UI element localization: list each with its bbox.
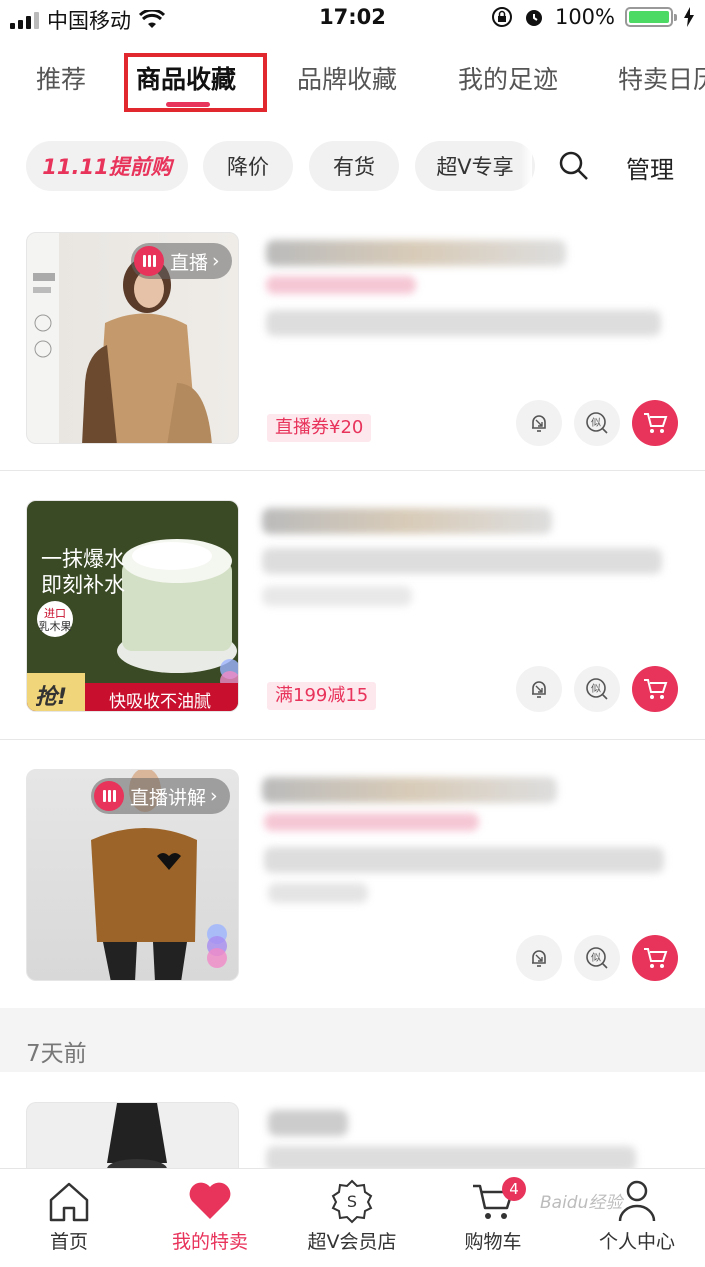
nav-profile-label: 个人中心 (598, 1231, 675, 1253)
similar-icon: 似 (586, 412, 608, 434)
add-to-cart-button[interactable] (632, 935, 678, 981)
product-image-1[interactable]: 直播 › (26, 232, 239, 444)
filter-fade (520, 138, 532, 194)
filter-chip-price-drop[interactable]: 降价 (203, 141, 293, 191)
coupon-tag: 满199减15 (267, 682, 377, 710)
tab-recommend[interactable]: 推荐 (36, 60, 86, 96)
coupon-tag: 直播券¥20 (267, 414, 372, 442)
slogan-label: 快吸收不油腻 (109, 692, 211, 712)
price-drop-alert-button[interactable] (516, 666, 562, 712)
nav-home-label: 首页 (49, 1231, 88, 1253)
tab-brand-favorites[interactable]: 品牌收藏 (297, 60, 397, 96)
live-badge-label: 直播 (170, 251, 209, 274)
battery-icon (625, 7, 677, 27)
tab-my-footprints[interactable]: 我的足迹 (458, 60, 558, 96)
bell-down-icon (532, 415, 546, 432)
cart-count-badge: 4 (502, 1177, 526, 1201)
cart-icon (644, 413, 668, 433)
bell-down-icon (532, 950, 546, 967)
price-drop-alert-button[interactable] (516, 935, 562, 981)
find-similar-button[interactable]: 似 (574, 666, 620, 712)
similar-icon: 似 (586, 678, 608, 700)
similar-icon: 似 (586, 947, 608, 969)
price-drop-alert-button[interactable] (516, 400, 562, 446)
filter-chip-in-stock[interactable]: 有货 (309, 141, 399, 191)
divider (0, 470, 705, 471)
import-tag: 进口 乳木果 (37, 607, 73, 633)
product-desc-blurred (264, 847, 664, 873)
divider (0, 739, 705, 740)
nav-super-v-store[interactable]: S 超V会员店 (287, 1175, 417, 1254)
svg-text:似: 似 (591, 683, 601, 695)
filter-chip-1111-presale[interactable]: 11.11提前购 (26, 141, 188, 191)
super-v-badge-icon: S (331, 1179, 373, 1224)
live-badge: 直播 › (131, 243, 232, 279)
product-title-blurred (262, 777, 557, 803)
top-tab-bar: 推荐 商品收藏 品牌收藏 我的足迹 特卖日历 (0, 50, 705, 112)
filter-row: 11.11提前购 降价 有货 超V专享 管理 (0, 138, 705, 194)
svg-text:似: 似 (591, 417, 601, 429)
product-image-3[interactable]: 直播讲解 › (26, 769, 239, 981)
nav-my-sale[interactable]: 我的特卖 (145, 1175, 275, 1254)
live-badge: 直播讲解 › (91, 778, 230, 814)
product-title-blurred (266, 240, 566, 266)
home-icon (49, 1182, 89, 1222)
nav-super-v-label: 超V会员店 (307, 1231, 397, 1253)
status-bar: 中国移动 17:02 100% (0, 0, 705, 36)
product-desc-blurred (266, 310, 661, 336)
baidu-watermark: Baidu经验 (540, 1193, 623, 1213)
find-similar-button[interactable]: 似 (574, 935, 620, 981)
rotation-lock-icon (491, 7, 512, 27)
tab-sale-calendar[interactable]: 特卖日历 (618, 60, 705, 96)
live-icon (94, 781, 124, 811)
cart-icon (644, 679, 668, 699)
import-tag-line-2: 乳木果 (38, 620, 72, 633)
product-meta-blurred (262, 586, 412, 606)
cart-icon (644, 948, 668, 968)
import-tag-line-1: 进口 (44, 607, 66, 620)
bottom-nav: 首页 我的特卖 S 超V会员店 购物车 4 个人中心 (0, 1168, 705, 1267)
bell-down-icon (532, 681, 546, 698)
manage-button[interactable]: 管理 (626, 150, 674, 185)
add-to-cart-button[interactable] (632, 400, 678, 446)
product-meta-blurred (268, 883, 368, 903)
nav-cart[interactable]: 购物车 4 (428, 1175, 558, 1254)
product-tag-blurred (266, 276, 416, 294)
nav-cart-label: 购物车 (464, 1231, 522, 1253)
svg-text:S: S (347, 1192, 357, 1211)
product-desc-blurred (262, 548, 662, 574)
product-tag-blurred (264, 813, 479, 831)
product-title-blurred (268, 1110, 348, 1136)
filter-chip-super-v[interactable]: 超V专享 (415, 141, 535, 191)
nav-my-sale-label: 我的特卖 (171, 1231, 248, 1253)
heart-icon (189, 1182, 231, 1219)
chevron-right-icon: › (212, 250, 220, 272)
person-icon (618, 1180, 656, 1222)
grab-label: 抢! (35, 685, 68, 710)
nav-profile[interactable]: 个人中心 (572, 1175, 702, 1254)
search-icon[interactable] (558, 150, 590, 182)
battery-percent: 100% (554, 5, 615, 29)
annotation-highlight-box (124, 53, 267, 112)
nav-home[interactable]: 首页 (4, 1175, 134, 1254)
section-header: 7天前 (0, 1008, 705, 1072)
product-image-2[interactable]: 一抹爆水 即刻补水 进口 乳木果 抢! 快吸收不油腻 (26, 500, 239, 712)
live-icon (134, 246, 164, 276)
charging-icon (684, 7, 694, 27)
product-title-blurred (262, 508, 552, 534)
svg-text:似: 似 (591, 952, 601, 964)
section-header-label: 7天前 (26, 1041, 87, 1067)
find-similar-button[interactable]: 似 (574, 400, 620, 446)
alarm-icon (525, 10, 542, 26)
live-badge-label: 直播讲解 (130, 786, 207, 809)
add-to-cart-button[interactable] (632, 666, 678, 712)
promo-text-line-2: 即刻补水 (41, 573, 125, 597)
chevron-right-icon: › (210, 785, 218, 807)
